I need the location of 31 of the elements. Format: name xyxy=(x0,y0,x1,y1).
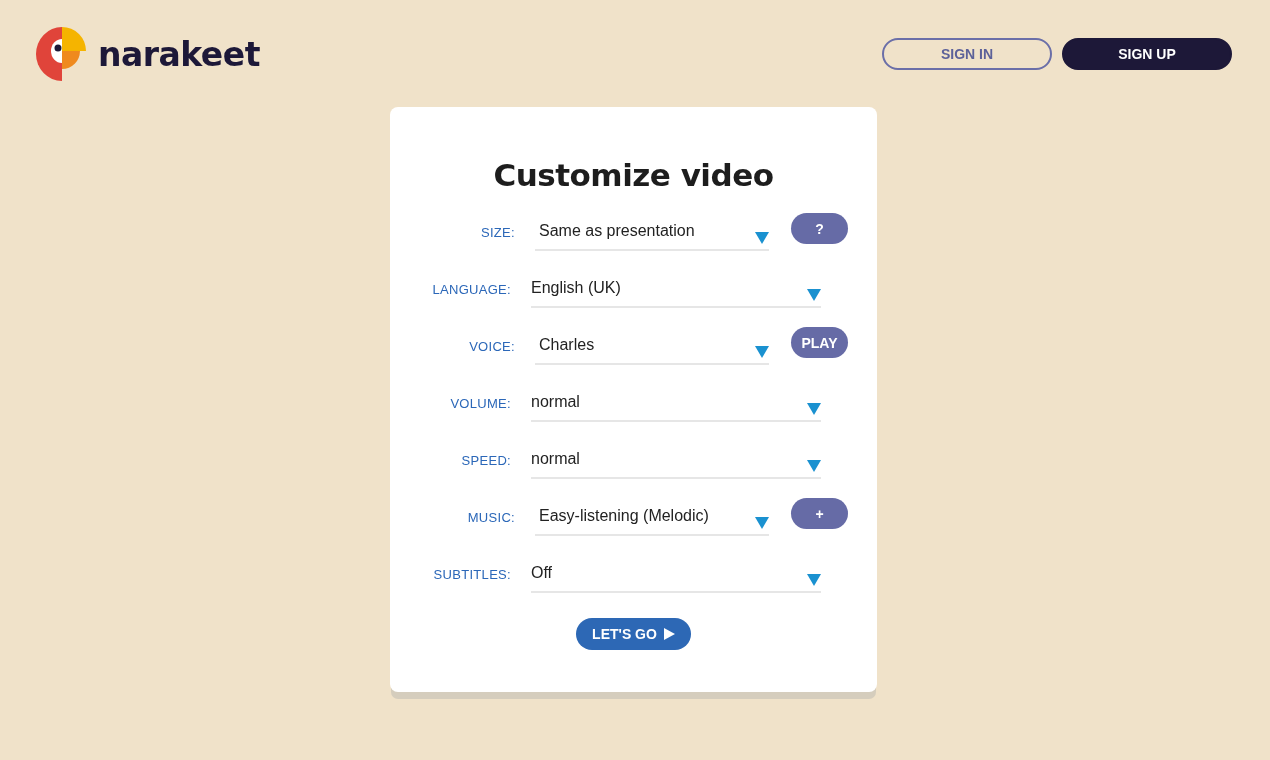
caret-icon xyxy=(755,232,769,244)
field-label: LANGUAGE: xyxy=(431,281,511,297)
field-label: VOLUME: xyxy=(449,395,511,411)
side-button[interactable]: PLAY xyxy=(791,327,848,358)
play-icon xyxy=(663,628,675,640)
caret-icon xyxy=(755,346,769,358)
dropdown[interactable]: English (UK) xyxy=(531,270,821,308)
caret-icon xyxy=(807,403,821,415)
side-button[interactable]: ? xyxy=(791,213,848,244)
sign-up-button[interactable]: SIGN UP xyxy=(1062,38,1232,70)
lets-go-button[interactable]: LET'S GO xyxy=(576,618,691,650)
dropdown[interactable]: normal xyxy=(531,441,821,479)
caret-icon xyxy=(807,574,821,586)
caret-icon xyxy=(807,460,821,472)
field-label: SUBTITLES: xyxy=(432,566,511,582)
field-label: SIZE: xyxy=(480,224,515,240)
dropdown[interactable]: Same as presentation xyxy=(535,213,769,251)
field-label: VOICE: xyxy=(468,338,515,354)
dropdown[interactable]: Off xyxy=(531,555,821,593)
dropdown[interactable]: normal xyxy=(531,384,821,422)
field-label: MUSIC: xyxy=(466,509,515,525)
caret-icon xyxy=(755,517,769,529)
dropdown[interactable]: Easy-listening (Melodic) xyxy=(535,498,769,536)
field-label: SPEED: xyxy=(460,452,511,468)
card-title: Customize video xyxy=(492,157,775,193)
parrot-logo-icon xyxy=(36,27,88,81)
dropdown[interactable]: Charles xyxy=(535,327,769,365)
logo-text: narakeet xyxy=(98,34,260,74)
sign-in-button[interactable]: SIGN IN xyxy=(882,38,1052,70)
side-button[interactable]: + xyxy=(791,498,848,529)
caret-icon xyxy=(807,289,821,301)
